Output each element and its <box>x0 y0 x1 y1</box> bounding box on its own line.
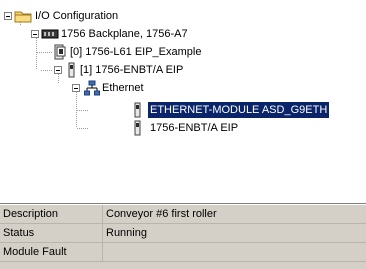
tree-node-label: 1756 Backplane, 1756-A7 <box>61 28 188 40</box>
collapse-toggle[interactable] <box>31 30 39 38</box>
tree-node-label: ETHERNET-MODULE ASD_G9ETH <box>148 102 330 118</box>
collapse-toggle[interactable] <box>72 84 80 92</box>
property-value: Conveyor #6 first roller <box>102 205 366 224</box>
property-row: Status Running <box>0 223 366 243</box>
tree-node-label: Ethernet <box>102 82 144 94</box>
tree-node-label: I/O Configuration <box>35 10 119 22</box>
property-value: Running <box>102 223 366 243</box>
property-row: Module Fault <box>0 242 366 262</box>
io-configuration-tree[interactable]: I/O Configuration 1756 Backplane, 1756-A… <box>0 0 366 203</box>
tree-node-label: [1] 1756-ENBT/A EIP <box>80 64 184 76</box>
property-key: Module Fault <box>0 242 103 262</box>
property-row: Description Conveyor #6 first roller <box>0 205 366 224</box>
property-key: Description <box>0 205 103 224</box>
property-key: Status <box>0 223 103 243</box>
collapse-toggle[interactable] <box>4 12 12 20</box>
folder-icon <box>14 8 32 29</box>
tree-node-label: 1756-ENBT/A EIP <box>150 122 239 134</box>
property-value <box>102 242 366 262</box>
collapse-toggle[interactable] <box>54 66 62 74</box>
properties-panel: Description Conveyor #6 first roller Sta… <box>0 205 366 269</box>
properties-table: Description Conveyor #6 first roller Sta… <box>0 205 366 262</box>
module-icon <box>132 120 144 141</box>
tree-node-label: [0] 1756-L61 EIP_Example <box>70 46 202 58</box>
module-icon <box>66 62 78 83</box>
network-icon <box>84 80 100 101</box>
